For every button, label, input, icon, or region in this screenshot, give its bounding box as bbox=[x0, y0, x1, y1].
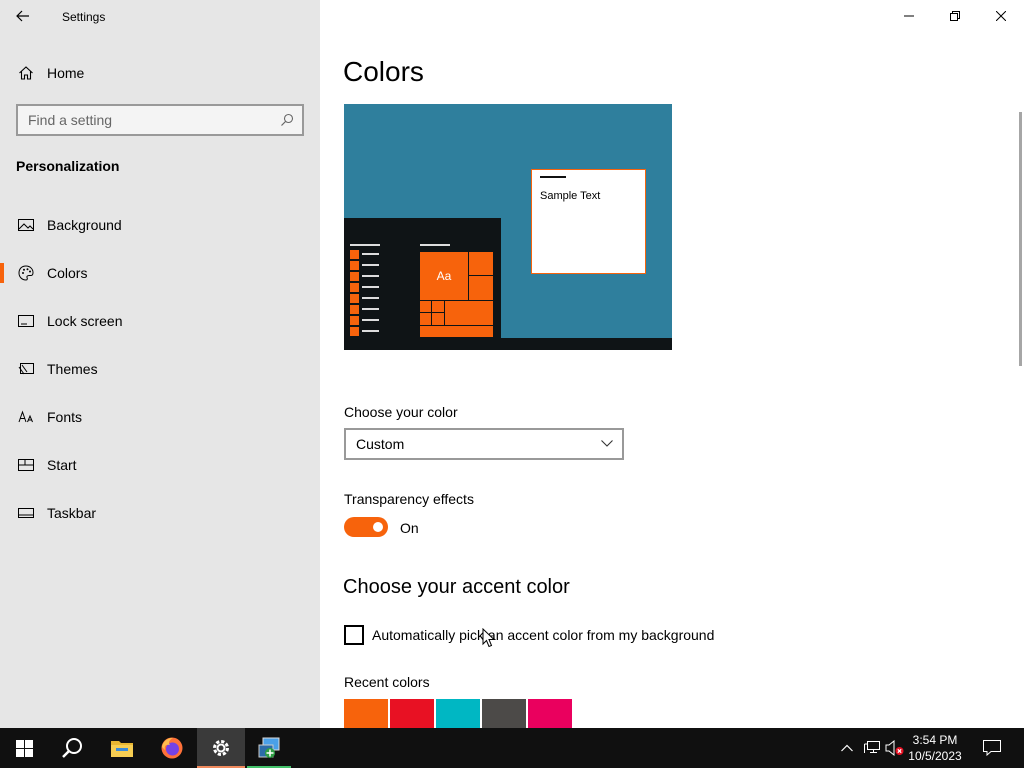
sidebar-item-label: Background bbox=[47, 217, 122, 233]
sidebar-item-label: Colors bbox=[47, 265, 88, 281]
control-panel-icon bbox=[258, 737, 280, 758]
taskbar-icon bbox=[17, 504, 35, 522]
home-label: Home bbox=[47, 65, 85, 81]
windows-logo-icon bbox=[15, 739, 33, 757]
lock-screen-icon bbox=[17, 312, 35, 330]
transparency-label: Transparency effects bbox=[344, 491, 474, 507]
auto-pick-label[interactable]: Automatically pick an accent color from … bbox=[372, 627, 714, 643]
search-button[interactable] bbox=[48, 728, 96, 768]
transparency-toggle[interactable] bbox=[344, 517, 388, 537]
settings-taskbar-button[interactable] bbox=[197, 728, 245, 768]
sidebar-item-label: Fonts bbox=[47, 409, 83, 425]
nav-home[interactable]: Home bbox=[0, 56, 320, 90]
scrollbar[interactable] bbox=[1019, 112, 1022, 366]
auto-pick-checkbox[interactable] bbox=[344, 625, 364, 645]
choose-color-value: Custom bbox=[356, 436, 405, 452]
chevron-down-icon bbox=[592, 440, 622, 448]
section-title: Personalization bbox=[16, 158, 120, 174]
sidebar-item-fonts[interactable]: Fonts bbox=[0, 397, 320, 437]
recent-color-swatch[interactable] bbox=[482, 699, 526, 728]
recent-colors-label: Recent colors bbox=[344, 674, 430, 690]
sidebar-item-background[interactable]: Background bbox=[0, 205, 320, 245]
firefox-button[interactable] bbox=[148, 728, 196, 768]
start-icon bbox=[17, 456, 35, 474]
search-box[interactable] bbox=[16, 104, 304, 136]
accent-heading: Choose your accent color bbox=[343, 576, 570, 598]
search-icon[interactable] bbox=[272, 113, 302, 127]
volume-tray-button[interactable] bbox=[884, 728, 906, 768]
preview-start-menu: Aa bbox=[344, 218, 501, 338]
mouse-cursor-icon bbox=[482, 628, 496, 648]
palette-icon bbox=[17, 264, 35, 282]
show-hidden-icons-button[interactable] bbox=[838, 728, 856, 768]
file-explorer-button[interactable] bbox=[98, 728, 146, 768]
sidebar-item-themes[interactable]: Themes bbox=[0, 349, 320, 389]
page-title: Colors bbox=[343, 56, 424, 87]
color-preview: Aa Sample Text bbox=[344, 104, 672, 350]
taskbar: 3:54 PM 10/5/2023 bbox=[0, 728, 1024, 768]
clock[interactable]: 3:54 PM 10/5/2023 bbox=[904, 732, 966, 764]
control-panel-taskbar-button[interactable] bbox=[247, 728, 291, 768]
volume-muted-icon bbox=[885, 740, 904, 756]
sidebar-item-label: Themes bbox=[47, 361, 98, 377]
preview-sample-text: Sample Text bbox=[540, 190, 601, 202]
sidebar-item-colors[interactable]: Colors bbox=[0, 253, 320, 293]
file-explorer-icon bbox=[111, 741, 133, 757]
choose-color-dropdown[interactable]: Custom bbox=[344, 428, 624, 460]
sidebar-item-label: Start bbox=[47, 457, 77, 473]
chevron-up-icon bbox=[841, 744, 853, 752]
minimize-button[interactable] bbox=[886, 0, 932, 32]
close-icon bbox=[996, 11, 1006, 21]
back-button[interactable] bbox=[8, 2, 38, 30]
clock-time: 3:54 PM bbox=[912, 733, 958, 747]
titlebar: Settings bbox=[0, 0, 320, 32]
fonts-icon bbox=[17, 408, 35, 426]
preview-taskbar bbox=[344, 338, 672, 350]
choose-color-label: Choose your color bbox=[344, 404, 458, 420]
recent-color-swatch[interactable] bbox=[390, 699, 434, 728]
preview-tile-aa: Aa bbox=[419, 251, 469, 301]
sidebar-item-taskbar[interactable]: Taskbar bbox=[0, 493, 320, 533]
sidebar-item-label: Taskbar bbox=[47, 505, 97, 521]
transparency-state: On bbox=[400, 520, 419, 536]
themes-icon bbox=[17, 360, 35, 378]
minimize-icon bbox=[904, 15, 914, 17]
action-center-button[interactable] bbox=[972, 728, 1012, 768]
search-input[interactable] bbox=[28, 112, 272, 128]
sidebar-item-lock-screen[interactable]: Lock screen bbox=[0, 301, 320, 341]
home-icon bbox=[17, 64, 35, 82]
recent-color-swatch[interactable] bbox=[344, 699, 388, 728]
close-button[interactable] bbox=[978, 0, 1024, 32]
firefox-icon bbox=[161, 737, 183, 759]
recent-color-swatch[interactable] bbox=[528, 699, 572, 728]
back-arrow-icon bbox=[16, 10, 29, 22]
sidebar-item-start[interactable]: Start bbox=[0, 445, 320, 485]
settings-icon bbox=[213, 740, 229, 756]
app-title: Settings bbox=[62, 10, 106, 24]
network-tray-button[interactable] bbox=[862, 728, 882, 768]
clock-date: 10/5/2023 bbox=[908, 749, 962, 763]
sidebar-item-label: Lock screen bbox=[47, 313, 123, 329]
preview-window: Sample Text bbox=[531, 169, 646, 274]
notification-icon bbox=[983, 740, 1001, 756]
picture-icon bbox=[17, 216, 35, 234]
start-button[interactable] bbox=[0, 728, 48, 768]
sidebar: Settings Home Personalization Background… bbox=[0, 0, 320, 728]
network-icon bbox=[864, 741, 880, 753]
restore-icon bbox=[950, 11, 960, 21]
restore-button[interactable] bbox=[932, 0, 978, 32]
recent-color-swatch[interactable] bbox=[436, 699, 480, 728]
search-icon bbox=[62, 738, 82, 758]
